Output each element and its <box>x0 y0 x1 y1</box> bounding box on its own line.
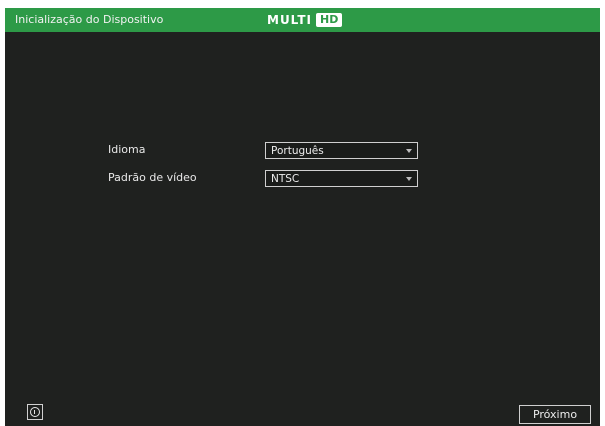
logo-text: MULTI <box>267 13 312 27</box>
next-button[interactable]: Próximo <box>519 405 591 424</box>
brand-logo: MULTI HD <box>267 12 343 28</box>
language-label: Idioma <box>108 143 146 156</box>
info-circle-icon <box>30 407 40 417</box>
video-standard-label: Padrão de vídeo <box>108 171 197 184</box>
language-select[interactable]: Português <box>265 142 418 159</box>
info-button[interactable] <box>27 404 43 420</box>
language-value: Português <box>271 145 324 157</box>
chevron-down-icon <box>406 177 412 181</box>
video-standard-value: NTSC <box>271 173 300 185</box>
window-title: Inicialização do Dispositivo <box>15 13 164 26</box>
logo-badge: HD <box>316 13 343 27</box>
video-standard-select[interactable]: NTSC <box>265 170 418 187</box>
titlebar: Inicialização do Dispositivo MULTI HD <box>5 8 600 32</box>
device-init-window: Inicialização do Dispositivo MULTI HD Id… <box>5 8 600 426</box>
chevron-down-icon <box>406 149 412 153</box>
